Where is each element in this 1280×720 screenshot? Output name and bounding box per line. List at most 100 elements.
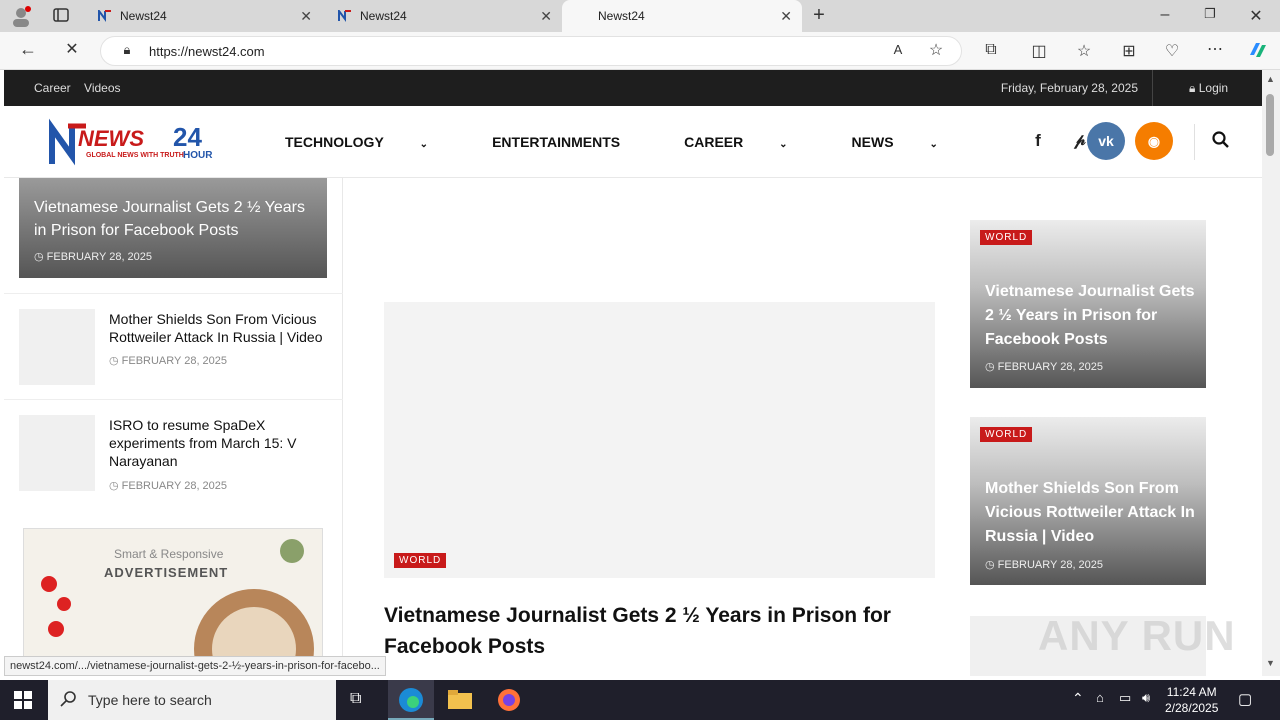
category-badge[interactable]: WORLD (980, 427, 1033, 442)
right-post-card[interactable]: WORLD Vietnamese Journalist Gets 2 ½ Yea… (970, 220, 1206, 388)
read-aloud-icon[interactable]: A (889, 42, 907, 57)
advertisement-banner[interactable]: Smart & Responsive ADVERTISEMENT (23, 528, 323, 676)
close-tab-icon[interactable]: ✕ (780, 8, 792, 25)
date-text: FEBRUARY 28, 2025 (121, 355, 228, 367)
topbar-link-videos[interactable]: Videos (84, 81, 120, 95)
list-item[interactable]: Mother Shields Son From Vicious Rottweil… (4, 293, 343, 399)
search-placeholder: Type here to search (88, 692, 212, 708)
scroll-up-icon[interactable]: ▲ (1266, 74, 1275, 84)
copilot-icon[interactable] (1246, 39, 1268, 66)
main-menu: TECHNOLOGY ⌄ ENTERTAINMENTS CAREER ⌄ NEW… (285, 134, 1002, 150)
browser-essentials-icon[interactable]: ♡ (1163, 41, 1181, 61)
show-hidden-icons-icon[interactable]: ⌃ (1072, 690, 1084, 707)
logo-sub: HOUR (183, 150, 213, 161)
facebook-icon[interactable]: f (1019, 122, 1057, 160)
tab-actions-icon[interactable] (52, 7, 70, 25)
new-tab-icon[interactable]: + (808, 4, 830, 27)
card-date: ◷ FEBRUARY 28, 2025 (985, 559, 1104, 571)
stop-loading-icon[interactable]: ✕ (62, 39, 82, 59)
featured-post-title[interactable]: Vietnamese Journalist Gets 2 ½ Years in … (384, 600, 904, 662)
ethernet-icon[interactable]: ▭ (1119, 690, 1131, 706)
post-thumbnail[interactable] (19, 415, 95, 491)
menu-item-news[interactable]: NEWS ⌄ (852, 134, 970, 150)
windows-taskbar: Type here to search ⧉ ⌃ ⌂ ▭ 🔊︎ 11:24 AM … (0, 680, 1280, 720)
address-bar-row: ← ✕ 🔒︎ https://newst24.com A ☆ ⧉ ◫ ☆ ⊞ ♡… (0, 32, 1280, 70)
scroll-down-icon[interactable]: ▼ (1266, 658, 1275, 668)
taskbar-clock[interactable]: 11:24 AM 2/28/2025 (1165, 684, 1218, 716)
menu-label: NEWS (851, 134, 894, 150)
tab-title: Newst24 (360, 9, 407, 23)
date-text: FEBRUARY 28, 2025 (997, 559, 1104, 571)
chevron-down-icon: ⌄ (419, 139, 429, 150)
extensions-icon[interactable]: ⧉ (982, 41, 1000, 59)
card-title[interactable]: Mother Shields Son From Vicious Rottweil… (985, 477, 1195, 549)
split-screen-icon[interactable]: ◫ (1030, 41, 1048, 61)
network-icon[interactable]: ⌂ (1096, 690, 1104, 705)
chevron-down-icon: ⌄ (779, 139, 788, 150)
left-sidebar: Vietnamese Journalist Gets 2 ½ Years in … (4, 178, 343, 676)
taskbar-search[interactable]: Type here to search (48, 680, 336, 720)
firefox-icon[interactable] (497, 688, 521, 717)
close-window-icon[interactable]: ✕ (1246, 6, 1266, 26)
post-title[interactable]: ISRO to resume SpaDeX experiments from M… (109, 416, 329, 470)
tab-title: Newst24 (598, 9, 645, 23)
favorite-star-icon[interactable]: ☆ (927, 40, 945, 60)
card-title[interactable]: Vietnamese Journalist Gets 2 ½ Years in … (985, 280, 1195, 352)
url-text: https://newst24.com (149, 44, 265, 59)
minimize-icon[interactable]: – (1155, 6, 1175, 24)
task-view-icon[interactable]: ⧉ (350, 690, 361, 708)
close-tab-icon[interactable]: ✕ (300, 8, 312, 25)
list-item[interactable]: ISRO to resume SpaDeX experiments from M… (4, 399, 343, 513)
start-windows-icon[interactable] (14, 691, 32, 714)
volume-icon[interactable]: 🔊︎ (1142, 690, 1150, 706)
featured-image[interactable] (384, 302, 935, 578)
back-icon[interactable]: ← (18, 39, 38, 60)
lock-icon[interactable]: 🔒︎ (119, 42, 135, 58)
tab-3-active[interactable]: Newst24 ✕ (562, 0, 802, 32)
more-menu-icon[interactable]: ⋯ (1206, 39, 1224, 59)
right-post-card[interactable]: WORLD Mother Shields Son From Vicious Ro… (970, 417, 1206, 585)
url-field[interactable]: 🔒︎ https://newst24.com A ☆ (100, 36, 962, 66)
rss-icon[interactable]: ◉ (1135, 122, 1173, 160)
search-icon (60, 690, 78, 713)
page-scrollbar[interactable]: ▲ ▼ (1262, 70, 1280, 676)
logo-word: NEWS (78, 126, 144, 151)
category-badge[interactable]: WORLD (394, 553, 447, 568)
menu-item-career[interactable]: CAREER ⌄ (684, 134, 819, 150)
profile-icon[interactable] (10, 5, 32, 27)
vk-icon[interactable]: vk (1087, 122, 1125, 160)
current-date: Friday, February 28, 2025 (1000, 81, 1138, 95)
notifications-icon[interactable]: ▢ (1238, 690, 1252, 708)
search-icon[interactable] (1194, 124, 1195, 160)
post-title[interactable]: Mother Shields Son From Vicious Rottweil… (109, 310, 329, 346)
date-text: FEBRUARY 28, 2025 (121, 480, 228, 492)
search-button[interactable] (1212, 131, 1232, 151)
collections-icon[interactable]: ⊞ (1120, 41, 1138, 61)
scrollbar-thumb[interactable] (1266, 94, 1274, 156)
magnifier-icon (1212, 131, 1229, 148)
date-text: FEBRUARY 28, 2025 (997, 361, 1104, 373)
restore-icon[interactable]: ❐ (1200, 6, 1220, 22)
close-tab-icon[interactable]: ✕ (540, 8, 552, 25)
menu-item-technology[interactable]: TECHNOLOGY ⌄ (285, 134, 460, 150)
edge-taskbar-icon[interactable] (388, 680, 434, 720)
site-top-bar: Career Videos Friday, February 28, 2025 … (4, 70, 1262, 106)
tab-1[interactable]: Newst24 ✕ (88, 0, 322, 32)
hero-post-title[interactable]: Vietnamese Journalist Gets 2 ½ Years in … (34, 196, 319, 242)
category-badge[interactable]: WORLD (980, 230, 1033, 245)
tab-2[interactable]: Newst24 ✕ (328, 0, 562, 32)
favorites-icon[interactable]: ☆ (1075, 41, 1093, 61)
menu-item-entertainments[interactable]: ENTERTAINMENTS (492, 134, 652, 150)
menu-label: ENTERTAINMENTS (492, 134, 621, 150)
lock-icon: 🔒︎ (1189, 81, 1196, 95)
newst24-favicon (98, 8, 112, 22)
post-thumbnail[interactable] (19, 309, 95, 385)
topbar-link-career[interactable]: Career (34, 81, 71, 95)
newst24-favicon (338, 8, 352, 22)
anyrun-watermark: ANY RUN (1038, 612, 1236, 659)
hero-post-card[interactable]: Vietnamese Journalist Gets 2 ½ Years in … (19, 178, 327, 278)
file-explorer-icon[interactable] (448, 690, 472, 715)
site-logo[interactable]: NEWS 24 GLOBAL NEWS WITH TRUTH HOUR (48, 116, 223, 168)
login-link[interactable]: 🔒︎ Login (1152, 70, 1262, 106)
clock-date: 2/28/2025 (1165, 701, 1219, 715)
